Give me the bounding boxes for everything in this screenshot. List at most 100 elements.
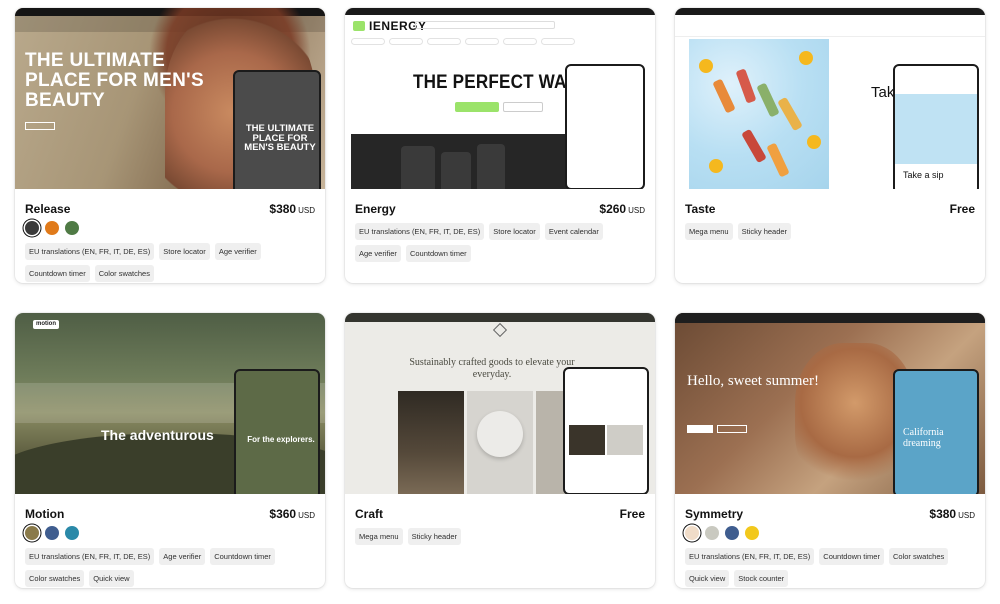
feature-tag: Stock counter	[734, 570, 789, 587]
swatch-cream[interactable]	[685, 526, 699, 540]
preview-secondary-cta	[717, 425, 747, 433]
mobile-headline: For the explorers.	[247, 435, 315, 444]
feature-tag: Age verifier	[355, 245, 401, 262]
feature-tag: Countdown timer	[210, 548, 275, 565]
swatch-green[interactable]	[65, 221, 79, 235]
announcement-bar	[675, 313, 985, 323]
brand-logo-icon	[492, 322, 508, 338]
theme-info: Release $380 USD EU translations (EN, FR,…	[15, 189, 325, 283]
feature-tags: EU translations (EN, FR, IT, DE, ES) Sto…	[355, 223, 645, 262]
preview-headline: Hello, sweet summer!	[687, 373, 820, 389]
preview-category-pills	[351, 38, 575, 45]
mobile-preview: Take a sip	[893, 64, 979, 189]
preview-headline: Sustainably crafted goods to elevate you…	[409, 357, 575, 380]
theme-preview-image[interactable]: Sustainably crafted goods to elevate you…	[345, 313, 655, 494]
feature-tag: EU translations (EN, FR, IT, DE, ES)	[25, 243, 155, 260]
theme-price: Free	[949, 202, 975, 216]
theme-card-craft[interactable]: Sustainably crafted goods to elevate you…	[345, 313, 655, 588]
feature-tag: EU translations (EN, FR, IT, DE, ES)	[355, 223, 485, 240]
theme-info: Energy $260 USD EU translations (EN, FR, …	[345, 189, 655, 283]
swatch-yellow[interactable]	[745, 526, 759, 540]
theme-info: Motion $360 USD EU translations (EN, FR, …	[15, 494, 325, 588]
theme-price: $360 USD	[269, 507, 315, 521]
theme-preview-image[interactable]: Take Take a sip	[675, 8, 985, 189]
preview-logo: motion	[33, 320, 59, 329]
drinks-photo	[689, 39, 829, 189]
theme-name[interactable]: Craft	[355, 507, 383, 521]
feature-tag: Mega menu	[355, 528, 403, 545]
swatch-teal[interactable]	[65, 526, 79, 540]
theme-name[interactable]: Energy	[355, 202, 396, 216]
color-swatches	[25, 221, 79, 235]
feature-tag: Store locator	[489, 223, 540, 240]
preview-headline: THE ULTIMATE PLACE FOR MEN'S BEAUTY	[25, 50, 204, 111]
feature-tag: Color swatches	[94, 265, 154, 282]
mobile-preview	[563, 367, 649, 494]
feature-tag: Quick view	[89, 570, 134, 587]
feature-tags: EU translations (EN, FR, IT, DE, ES) Cou…	[685, 548, 975, 587]
theme-price: $380 USD	[929, 507, 975, 521]
feature-tag: Color swatches	[25, 570, 85, 587]
swatch-blue[interactable]	[725, 526, 739, 540]
theme-name[interactable]: Release	[25, 202, 70, 216]
theme-name[interactable]: Symmetry	[685, 507, 743, 521]
mobile-headline: California dreaming	[903, 427, 944, 449]
feature-tag: Countdown timer	[819, 548, 884, 565]
theme-info: Symmetry $380 USD EU translations (EN, FR…	[675, 494, 985, 588]
swatch-blue[interactable]	[45, 526, 59, 540]
theme-price: $380 USD	[269, 202, 315, 216]
brand-logo-icon	[353, 21, 365, 31]
announcement-bar	[345, 8, 655, 15]
mobile-headline: THE ULTIMATE PLACE FOR MEN'S BEAUTY	[244, 123, 316, 153]
mobile-preview: California dreaming	[893, 369, 979, 494]
theme-card-release[interactable]: THE ULTIMATE PLACE FOR MEN'S BEAUTY THE …	[15, 8, 325, 283]
theme-preview-image[interactable]: THE ULTIMATE PLACE FOR MEN'S BEAUTY THE …	[15, 8, 325, 189]
announcement-bar	[345, 313, 655, 322]
mobile-preview: THE ULTIMATE PLACE FOR MEN'S BEAUTY	[233, 70, 321, 189]
swatch-grey[interactable]	[705, 526, 719, 540]
preview-search	[415, 21, 555, 29]
feature-tag: Mega menu	[685, 223, 733, 240]
preview-nav	[675, 15, 985, 37]
color-swatches	[685, 526, 759, 540]
color-swatches	[25, 526, 79, 540]
mobile-headline: Take a sip	[903, 170, 944, 180]
swatch-dark[interactable]	[25, 221, 39, 235]
feature-tag: Age verifier	[214, 243, 261, 260]
feature-tag: Color swatches	[888, 548, 949, 565]
theme-card-taste[interactable]: Take Take a sip Taste Free Mega menu Sti…	[675, 8, 985, 283]
mobile-preview: For the explorers.	[234, 369, 320, 494]
feature-tags: EU translations (EN, FR, IT, DE, ES) Age…	[25, 548, 315, 587]
theme-card-symmetry[interactable]: Hello, sweet summer! California dreaming…	[675, 313, 985, 588]
theme-info: Craft Free Mega menu Sticky header	[345, 494, 655, 588]
theme-name[interactable]: Taste	[685, 202, 715, 216]
product-banner	[351, 134, 569, 189]
theme-preview-image[interactable]: Hello, sweet summer! California dreaming	[675, 313, 985, 494]
theme-preview-image[interactable]: motion The adventurous For the explorers…	[15, 313, 325, 494]
feature-tags: Mega menu Sticky header	[355, 528, 645, 545]
theme-card-energy[interactable]: IENERGY THE PERFECT WARM- Energy $260 USD…	[345, 8, 655, 283]
feature-tag: Age verifier	[159, 548, 206, 565]
feature-tag: Countdown timer	[405, 245, 471, 262]
feature-tag: Store locator	[159, 243, 210, 260]
theme-name[interactable]: Motion	[25, 507, 64, 521]
announcement-bar	[675, 8, 985, 15]
swatch-olive[interactable]	[25, 526, 39, 540]
preview-cta	[687, 425, 713, 433]
preview-image-1	[398, 391, 464, 494]
feature-tag: EU translations (EN, FR, IT, DE, ES)	[685, 548, 815, 565]
feature-tag: Quick view	[685, 570, 730, 587]
feature-tag: Countdown timer	[25, 265, 90, 282]
preview-headline: The adventurous	[101, 427, 214, 443]
preview-secondary-cta	[503, 102, 543, 112]
theme-info: Taste Free Mega menu Sticky header	[675, 189, 985, 283]
theme-preview-image[interactable]: IENERGY THE PERFECT WARM-	[345, 8, 655, 189]
feature-tag: Sticky header	[737, 223, 792, 240]
theme-card-motion[interactable]: motion The adventurous For the explorers…	[15, 313, 325, 588]
mobile-preview	[565, 64, 645, 189]
theme-price: Free	[619, 507, 645, 521]
preview-cta	[455, 102, 499, 112]
swatch-orange[interactable]	[45, 221, 59, 235]
feature-tag: Event calendar	[544, 223, 603, 240]
preview-image-2	[467, 391, 533, 494]
